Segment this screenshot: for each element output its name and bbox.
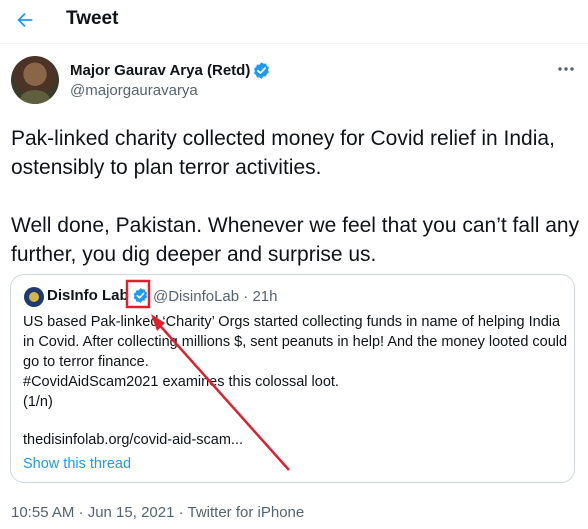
quoted-author-avatar — [24, 287, 44, 307]
top-bar: Tweet — [0, 0, 588, 44]
verified-badge-icon — [254, 62, 269, 79]
quoted-tweet-card[interactable]: DisInfo Lab @DisinfoLab · 21h US based P… — [10, 274, 575, 483]
show-thread-link[interactable]: Show this thread — [23, 456, 131, 472]
arrow-left-icon[interactable] — [14, 9, 36, 31]
meta-separator: · — [239, 288, 253, 305]
quoted-meta: @DisinfoLab · 21h — [153, 288, 277, 305]
author-name[interactable]: Major Gaurav Arya (Retd) — [70, 62, 250, 79]
more-options-icon[interactable] — [556, 62, 576, 76]
tweet-text: Pak-linked charity collected money for C… — [11, 127, 580, 266]
verified-badge-icon — [133, 288, 148, 303]
quoted-author-name: DisInfo Lab — [47, 287, 129, 304]
author-handle[interactable]: @majorgauravarya — [70, 82, 198, 99]
quoted-link-text: thedisinfolab.org/covid-aid-scam... — [23, 432, 244, 448]
page-title: Tweet — [66, 8, 119, 29]
quoted-author-handle: @DisinfoLab — [153, 288, 240, 305]
quoted-tweet-text: US based Pak-linked ‘Charity’ Orgs start… — [23, 314, 568, 410]
tweet-timestamp[interactable]: 10:55 AM · Jun 15, 2021 · Twitter for iP… — [11, 504, 304, 521]
quoted-time: 21h — [252, 288, 278, 305]
author-avatar[interactable] — [11, 56, 59, 104]
